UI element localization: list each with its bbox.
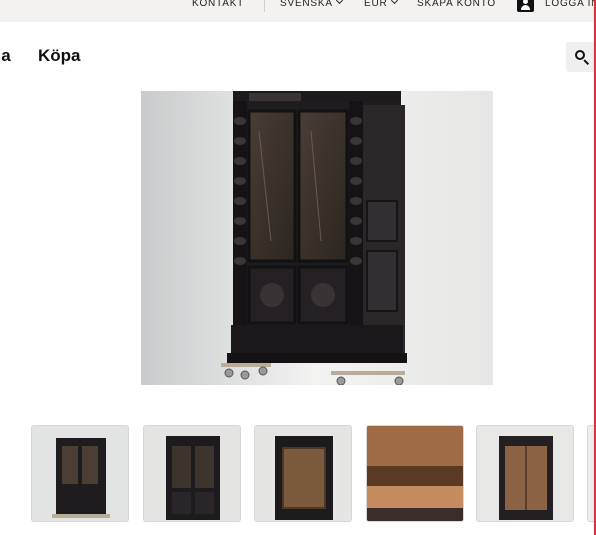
currency-label: EUR [364, 0, 388, 9]
language-selector[interactable]: SVENSKA [280, 0, 343, 12]
language-label: SVENSKA [280, 0, 333, 9]
thumbnail-4[interactable] [366, 425, 464, 522]
viewport-edge-line [594, 0, 596, 535]
chevron-down-icon [335, 0, 343, 5]
nav-item-buy[interactable]: Köpa [38, 46, 81, 66]
thumbnail-3[interactable] [254, 425, 352, 522]
topbar-divider [264, 0, 265, 12]
search-icon [575, 50, 585, 60]
thumbnail-2[interactable] [143, 425, 241, 522]
contact-link[interactable]: KONTAKT [192, 0, 244, 12]
thumbnail-1[interactable] [31, 425, 129, 522]
top-utility-bar: KONTAKT SVENSKA EUR SKAPA KONTO LOGGA IN [0, 0, 596, 22]
user-icon[interactable] [517, 0, 534, 12]
currency-selector[interactable]: EUR [364, 0, 398, 12]
nav-item-sell[interactable]: Sälja [0, 46, 11, 66]
create-account-link[interactable]: SKAPA KONTO [417, 0, 496, 12]
main-product-image[interactable] [141, 91, 493, 385]
login-link[interactable]: LOGGA IN [545, 0, 596, 12]
search-button[interactable] [566, 42, 596, 72]
chevron-down-icon [390, 0, 398, 5]
thumbnail-5[interactable] [476, 425, 574, 522]
